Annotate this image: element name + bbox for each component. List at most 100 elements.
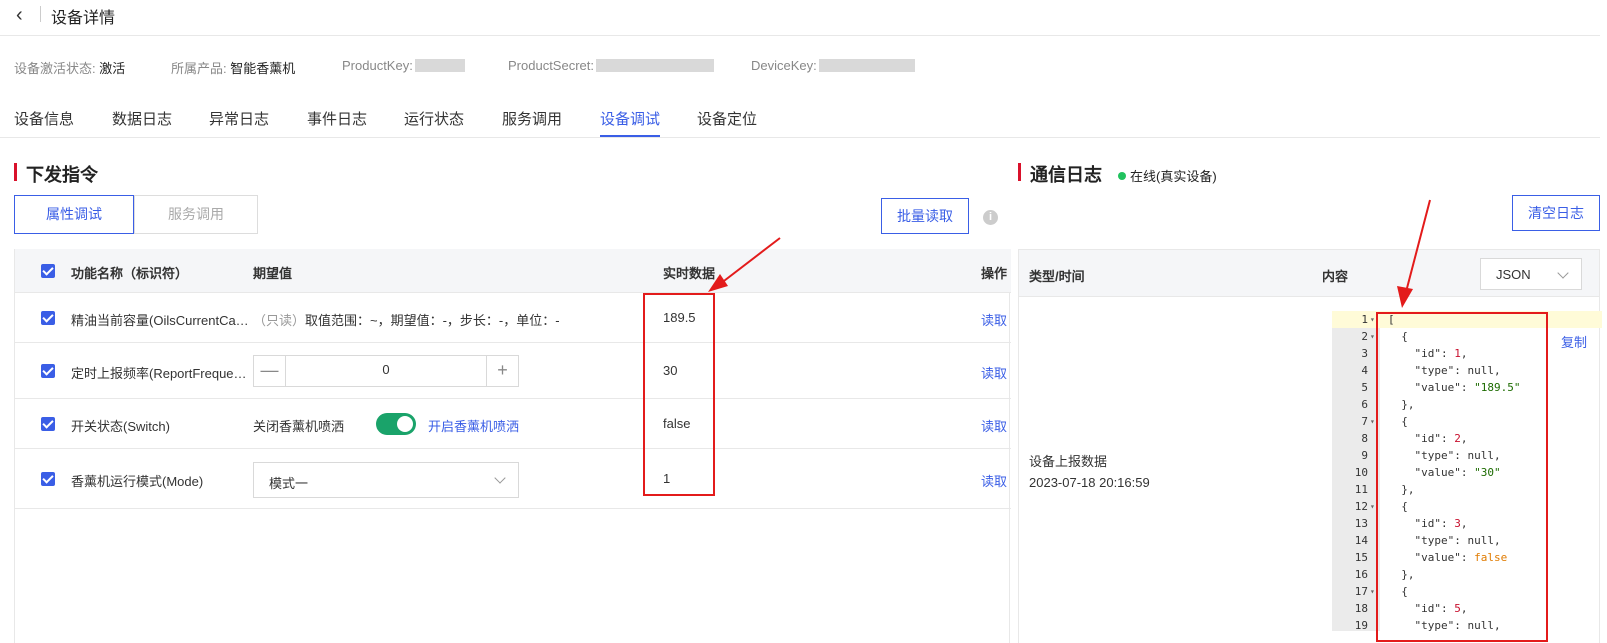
product-key: ProductKey: (342, 58, 465, 73)
divider (40, 6, 41, 22)
line-number: 9 (1361, 449, 1368, 462)
annotation-box-realtime (643, 293, 715, 496)
tab-run-status[interactable]: 运行状态 (404, 108, 464, 129)
activation-value: 激活 (99, 61, 126, 76)
row-name: 定时上报频率(ReportFreque… (71, 366, 247, 381)
row-name: 开关状态(Switch) (71, 419, 170, 434)
line-number: 16 (1354, 568, 1368, 581)
line-number: 11 (1354, 483, 1368, 496)
info-icon[interactable]: i (983, 210, 998, 225)
expected-desc: 取值范围：~，期望值：-，步长：-，单位：- (305, 313, 560, 328)
line-number: 1 (1361, 313, 1368, 326)
back-chevron-left-icon[interactable]: ‹ (16, 4, 23, 27)
line-number: 13 (1354, 517, 1368, 530)
col-content: 内容 (1322, 269, 1349, 284)
chevron-down-icon (494, 472, 506, 484)
read-link[interactable]: 读取 (981, 310, 1007, 329)
select-value: 模式一 (269, 476, 309, 491)
batch-read-button[interactable]: 批量读取 (881, 198, 969, 234)
table-header: 功能名称（标识符） 期望值 实时数据 操作 (15, 249, 1011, 293)
line-number: 4 (1361, 364, 1368, 377)
line-number: 3 (1361, 347, 1368, 360)
toggle-on-label: 开启香薰机喷洒 (428, 419, 520, 434)
log-entry-type: 设备上报数据 (1029, 454, 1108, 469)
line-number: 8 (1361, 432, 1368, 445)
row-checkbox[interactable] (41, 472, 55, 486)
product-value: 智能香薰机 (230, 61, 296, 76)
row-name: 精油当前容量(OilsCurrentCa… (71, 313, 249, 328)
redacted-value (818, 59, 915, 72)
product-secret: ProductSecret: (508, 58, 714, 73)
service-call-tab[interactable]: 服务调用 (134, 195, 258, 234)
top-bar: ‹ 设备详情 (0, 0, 1600, 36)
status-dot-icon (1118, 172, 1126, 180)
product-label: 所属产品: (171, 61, 227, 76)
product-key-label: ProductKey: (342, 58, 413, 73)
log-entry-time: 2023-07-18 20:16:59 (1029, 475, 1150, 490)
read-link[interactable]: 读取 (981, 363, 1007, 382)
online-status: 在线(真实设备) (1118, 166, 1217, 185)
row-checkbox[interactable] (41, 417, 55, 431)
line-number: 6 (1361, 398, 1368, 411)
status-text: 在线(真实设备) (1130, 169, 1217, 184)
redacted-value (596, 59, 714, 72)
tab-bar: 设备信息 数据日志 异常日志 事件日志 运行状态 服务调用 设备调试 设备定位 (0, 100, 1600, 138)
tab-service-call[interactable]: 服务调用 (502, 108, 562, 129)
device-key: DeviceKey: (751, 58, 915, 73)
product-info: 所属产品: 智能香薰机 (171, 58, 295, 77)
chevron-down-icon (1557, 267, 1569, 279)
redacted-value (414, 59, 465, 72)
line-number: 14 (1354, 534, 1368, 547)
row-checkbox[interactable] (41, 311, 55, 325)
mode-select[interactable]: 模式一 (253, 462, 519, 498)
line-number: 19 (1354, 619, 1368, 631)
line-number: 7 (1361, 415, 1368, 428)
read-link[interactable]: 读取 (981, 416, 1007, 435)
line-number: 17 (1354, 585, 1368, 598)
table-row: 定时上报频率(ReportFreque… — 0 + 30 读取 (15, 343, 1011, 399)
property-debug-tab[interactable]: 属性调试 (14, 195, 134, 234)
active-tab-indicator (600, 135, 660, 137)
col-name: 功能名称（标识符） (71, 266, 189, 281)
tab-error-log[interactable]: 异常日志 (209, 108, 269, 129)
tab-device-location[interactable]: 设备定位 (697, 108, 757, 129)
line-number: 10 (1354, 466, 1368, 479)
table-row: 开关状态(Switch) 关闭香薰机喷洒 开启香薰机喷洒 false 读取 (15, 399, 1011, 449)
read-link[interactable]: 读取 (981, 471, 1007, 490)
log-header: 类型/时间 内容 JSON (1019, 250, 1599, 297)
decrement-button[interactable]: — (254, 356, 286, 386)
section-title-commands: 下发指令 (14, 161, 98, 187)
col-realtime: 实时数据 (663, 266, 716, 281)
row-name: 香薰机运行模式(Mode) (71, 474, 204, 489)
line-number: 18 (1354, 602, 1368, 615)
activation-status: 设备激活状态: 激活 (14, 58, 125, 77)
tab-data-log[interactable]: 数据日志 (112, 108, 172, 129)
toggle-off-label: 关闭香薰机喷洒 (253, 419, 345, 434)
format-value: JSON (1496, 267, 1531, 282)
line-number: 15 (1354, 551, 1368, 564)
device-key-label: DeviceKey: (751, 58, 817, 73)
table-row: 精油当前容量(OilsCurrentCa… （只读） 取值范围：~，期望值：-，… (15, 293, 1011, 343)
tab-device-debug[interactable]: 设备调试 (600, 108, 660, 129)
tab-event-log[interactable]: 事件日志 (307, 108, 367, 129)
line-number: 2 (1361, 330, 1368, 343)
switch-toggle[interactable] (376, 413, 416, 435)
stepper-input[interactable]: 0 (286, 362, 486, 377)
clear-log-button[interactable]: 清空日志 (1512, 195, 1600, 231)
select-all-checkbox[interactable] (41, 264, 55, 278)
readonly-tag: （只读） (253, 313, 306, 328)
property-table: 功能名称（标识符） 期望值 实时数据 操作 精油当前容量(OilsCurrent… (14, 249, 1011, 643)
col-type-time: 类型/时间 (1029, 269, 1085, 284)
format-select[interactable]: JSON (1480, 258, 1582, 290)
tab-device-info[interactable]: 设备信息 (14, 108, 74, 129)
annotation-box-json (1376, 312, 1548, 642)
line-number: 5 (1361, 381, 1368, 394)
col-action: 操作 (981, 266, 1008, 281)
row-checkbox[interactable] (41, 364, 55, 378)
section-title-comm-log: 通信日志 (1018, 161, 1102, 187)
col-expected: 期望值 (253, 266, 293, 281)
line-number: 12 (1354, 500, 1368, 513)
increment-button[interactable]: + (486, 356, 518, 386)
page-title: 设备详情 (51, 10, 116, 27)
activation-label: 设备激活状态: (14, 61, 96, 76)
